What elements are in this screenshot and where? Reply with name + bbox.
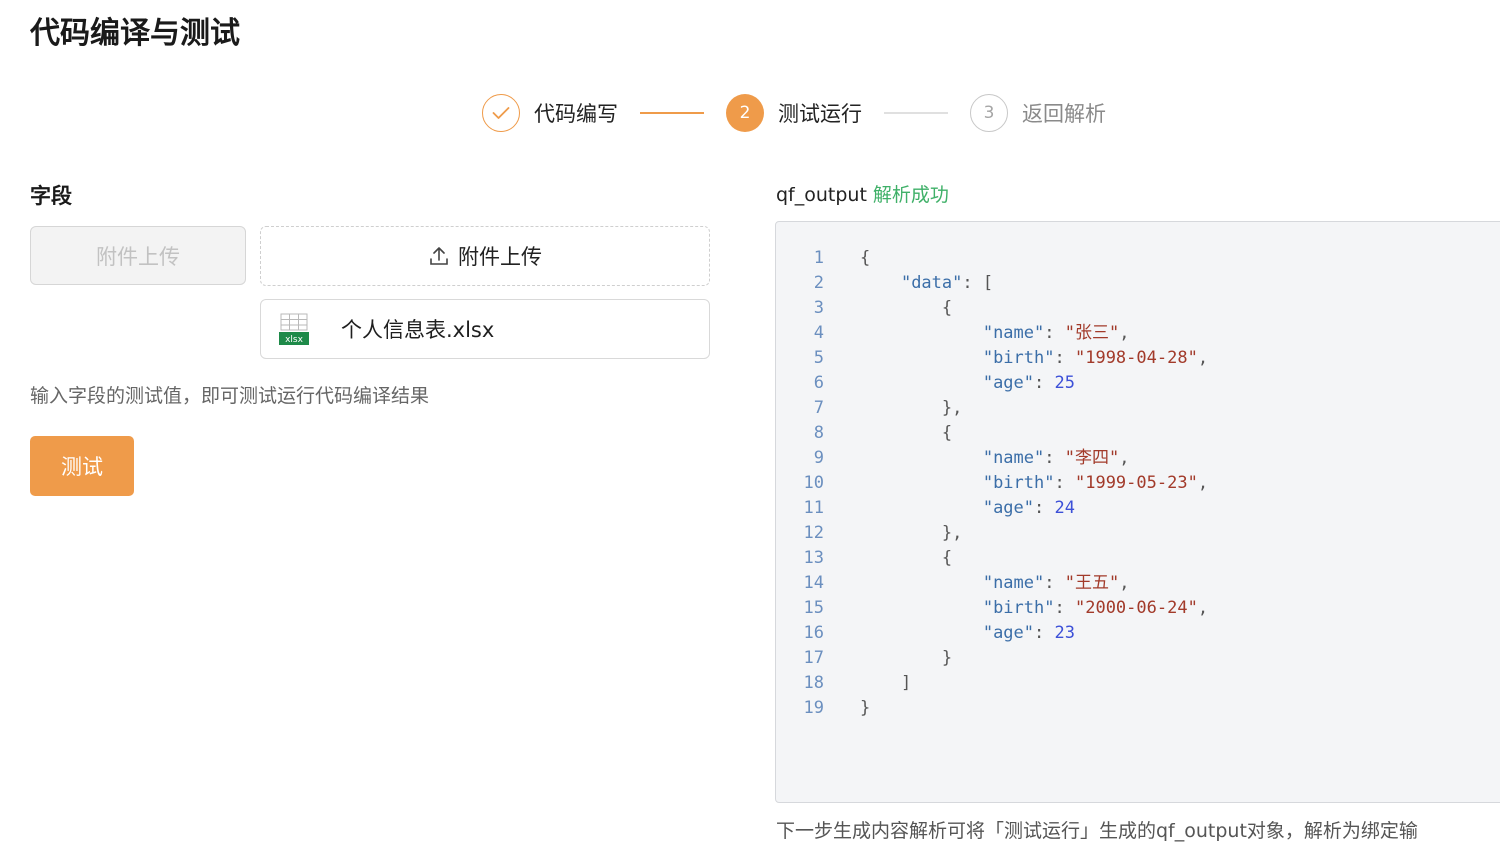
step-label: 代码编写	[534, 102, 618, 126]
code-line: 16 "age": 23	[776, 621, 1208, 646]
output-header: qf_output 解析成功	[776, 180, 949, 207]
xlsx-file-icon: xlsx	[279, 313, 309, 345]
code-text: {	[860, 248, 871, 268]
code-text: {	[941, 423, 953, 443]
step-parse-result[interactable]: 3 返回解析	[970, 94, 1106, 132]
code-line: 19}	[776, 696, 1208, 721]
step-connector	[640, 112, 704, 114]
xlsx-badge-text: xlsx	[285, 335, 304, 345]
code-line: 9 "name": "李四",	[776, 446, 1208, 471]
file-name: 个人信息表.xlsx	[341, 318, 495, 342]
attachment-upload-dropzone[interactable]: 附件上传	[260, 226, 710, 286]
code-line: 6 "age": 25	[776, 371, 1208, 396]
step-number: 2	[726, 94, 764, 132]
line-number: 7	[813, 398, 824, 418]
page-title: 代码编译与测试	[30, 16, 240, 51]
code-line: 3 {	[776, 296, 1208, 321]
parse-status: 解析成功	[872, 184, 949, 206]
code-line: 14 "name": "王五",	[776, 571, 1208, 596]
line-number: 3	[813, 298, 824, 318]
code-text: {	[941, 298, 953, 318]
code-line: 12 },	[776, 521, 1208, 546]
code-text: }	[941, 648, 953, 668]
test-hint-text: 输入字段的测试值，即可测试运行代码编译结果	[30, 385, 430, 407]
uploaded-file-item[interactable]: xlsx 个人信息表.xlsx	[260, 299, 710, 359]
code-text: "age": 24	[982, 498, 1075, 518]
code-line: 1{	[776, 246, 1208, 271]
code-text: "birth": "2000-06-24",	[982, 598, 1209, 618]
line-number: 15	[803, 598, 824, 618]
upload-label: 附件上传	[458, 245, 542, 269]
line-number: 13	[803, 548, 824, 568]
code-text: "birth": "1998-04-28",	[982, 348, 1209, 368]
code-text: "name": "张三",	[982, 323, 1130, 343]
code-lines: 1{2 "data": [3 {4 "name": "张三", 5 "birth"…	[776, 246, 1209, 721]
attachment-upload-button-disabled[interactable]: 附件上传	[30, 226, 246, 285]
code-text: },	[941, 523, 963, 543]
code-text: "name": "李四",	[982, 448, 1130, 468]
step-test-run[interactable]: 2 测试运行	[726, 94, 862, 132]
field-section-label: 字段	[30, 184, 72, 208]
line-number: 9	[813, 448, 824, 468]
code-text: },	[941, 398, 963, 418]
code-line: 11 "age": 24	[776, 496, 1208, 521]
code-text: "data": [	[900, 273, 994, 293]
line-number: 16	[803, 623, 824, 643]
code-line: 13 {	[776, 546, 1208, 571]
line-number: 17	[803, 648, 824, 668]
line-number: 1	[813, 248, 824, 268]
line-number: 14	[803, 573, 824, 593]
line-number: 11	[803, 498, 824, 518]
code-line: 7 },	[776, 396, 1208, 421]
step-connector	[884, 112, 948, 114]
line-number: 5	[813, 348, 824, 368]
line-number: 2	[813, 273, 824, 293]
code-text: }	[860, 698, 871, 718]
code-line: 10 "birth": "1999-05-23",	[776, 471, 1209, 496]
line-number: 18	[803, 673, 824, 693]
test-button[interactable]: 测试	[30, 436, 134, 496]
code-line: 18 ]	[776, 671, 1208, 696]
code-line: 5 "birth": "1998-04-28",	[776, 346, 1208, 371]
step-number: 3	[970, 94, 1008, 132]
code-line: 2 "data": [	[776, 271, 1208, 296]
line-number: 8	[813, 423, 824, 443]
code-text: "name": "王五",	[982, 573, 1130, 593]
line-number: 4	[813, 323, 824, 343]
line-number: 12	[803, 523, 824, 543]
output-variable-name: qf_output	[776, 184, 867, 206]
step-code-writing[interactable]: 代码编写	[482, 94, 618, 132]
line-number: 6	[813, 373, 824, 393]
code-line: 4 "name": "张三",	[776, 321, 1208, 346]
step-label: 返回解析	[1022, 102, 1106, 126]
code-line: 17 }	[776, 646, 1208, 671]
code-text: "birth": "1999-05-23",	[982, 473, 1209, 493]
check-icon	[482, 94, 520, 132]
code-line: 15 "birth": "2000-06-24",	[776, 596, 1209, 621]
code-text: {	[941, 548, 953, 568]
code-output-panel[interactable]: 1{2 "data": [3 {4 "name": "张三", 5 "birth"…	[775, 221, 1500, 803]
code-text: "age": 25	[982, 373, 1075, 393]
steps-bar: 代码编写 2 测试运行 3 返回解析	[482, 93, 1106, 133]
code-text: ]	[900, 673, 912, 693]
upload-icon	[430, 247, 448, 265]
code-line: 8 {	[776, 421, 1208, 446]
line-number: 19	[803, 698, 824, 718]
code-text: "age": 23	[982, 623, 1075, 643]
line-number: 10	[803, 473, 824, 493]
step-label: 测试运行	[778, 102, 862, 126]
